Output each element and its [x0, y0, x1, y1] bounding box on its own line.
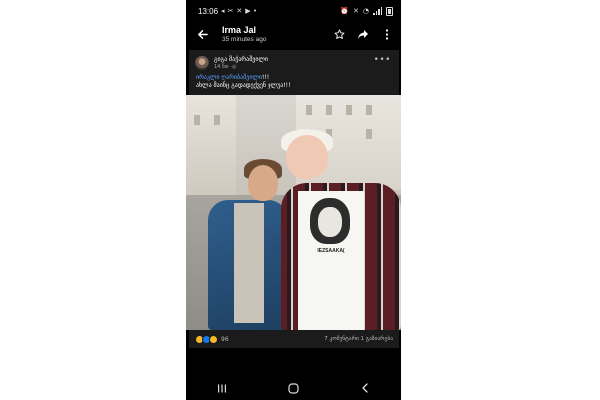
- photo-window: [214, 115, 220, 125]
- status-time: 13:06: [198, 6, 219, 16]
- reaction-count: 96: [221, 335, 229, 343]
- photo-tshirt-print-face: [318, 207, 342, 237]
- header-titles: Irma Jal 35 minutes ago: [222, 25, 323, 44]
- photo-window: [346, 105, 352, 115]
- photo-tshirt-text: IEZSAAKA(: [317, 248, 345, 254]
- dot-icon: •: [253, 7, 257, 15]
- tools-icon: ✂: [227, 7, 234, 15]
- favorite-button[interactable]: [331, 26, 347, 42]
- post-text-line1: ირაკლი ღარიბაშვილი!!!: [196, 74, 269, 81]
- battery-icon: [386, 6, 393, 16]
- page-subtitle: 35 minutes ago: [222, 35, 267, 43]
- recents-icon: [217, 384, 226, 392]
- post-time: 14 წთ: [214, 64, 229, 70]
- cross-icon: ✕: [236, 7, 243, 15]
- photo-window: [366, 105, 372, 115]
- status-bar: 13:06 ◂ ✂ ✕ ▶ • ⏰ ✕ ◔: [186, 0, 401, 22]
- photo-woman-face: [248, 165, 278, 201]
- share-button[interactable]: [355, 26, 371, 42]
- photo-building-left: [186, 95, 236, 195]
- post-meta: 14 წთ ·◎: [214, 64, 237, 70]
- photo-woman-top: [234, 203, 264, 323]
- back-icon: [362, 383, 368, 393]
- post-author[interactable]: გიგა მაჭარაშვილი: [214, 56, 268, 63]
- reactions-bar: 96 7 კომენტარი 1 გაზიარება: [189, 330, 399, 348]
- telegram-icon: ◂: [221, 7, 225, 15]
- post-card: გიგა მაჭარაშვილი 14 წთ ·◎ ••• ირაკლი ღარ…: [189, 50, 399, 95]
- back-button[interactable]: [194, 26, 210, 42]
- wow-reaction-icon: [209, 334, 218, 344]
- alarm-icon: ⏰: [340, 6, 350, 15]
- back-nav-button[interactable]: [353, 380, 377, 396]
- author-avatar[interactable]: [195, 56, 209, 70]
- globe-icon: ·◎: [230, 64, 237, 70]
- more-vertical-icon: [385, 28, 389, 40]
- post-more-button[interactable]: •••: [374, 55, 391, 65]
- recents-button[interactable]: [210, 380, 234, 396]
- home-icon: [288, 382, 299, 394]
- signal-icon: [373, 7, 382, 15]
- post-stats[interactable]: 7 კომენტარი 1 გაზიარება: [324, 336, 393, 342]
- post-text-exclaim: !!!: [261, 74, 270, 81]
- back-arrow-icon: [197, 29, 208, 39]
- star-icon: [334, 28, 344, 39]
- mute-icon: ✕: [353, 6, 359, 15]
- post-text-line2: ახლა მაინც გადადექვენ ჯლუა!!!: [196, 82, 291, 89]
- app-header: Irma Jal 35 minutes ago: [186, 22, 401, 46]
- reactions-summary[interactable]: 96: [195, 334, 229, 344]
- photo-man-face: [286, 135, 328, 179]
- photo-window: [306, 105, 312, 115]
- photo-window: [366, 129, 372, 139]
- system-nav-bar: [186, 378, 401, 398]
- mention-link[interactable]: ირაკლი ღარიბაშვილი: [196, 74, 262, 81]
- share-icon: [358, 29, 368, 39]
- photo-window: [194, 115, 200, 125]
- more-options-button[interactable]: [379, 26, 395, 42]
- home-button[interactable]: [281, 380, 305, 396]
- post-photo[interactable]: IEZSAAKA(: [186, 95, 401, 330]
- photo-window: [326, 105, 332, 115]
- phone-screen: 13:06 ◂ ✂ ✕ ▶ • ⏰ ✕ ◔ Irma Jal 35 minute…: [186, 0, 401, 400]
- wifi-icon: ◔: [362, 6, 369, 15]
- youtube-icon: ▶: [245, 7, 251, 15]
- page-title: Irma Jal: [222, 24, 257, 35]
